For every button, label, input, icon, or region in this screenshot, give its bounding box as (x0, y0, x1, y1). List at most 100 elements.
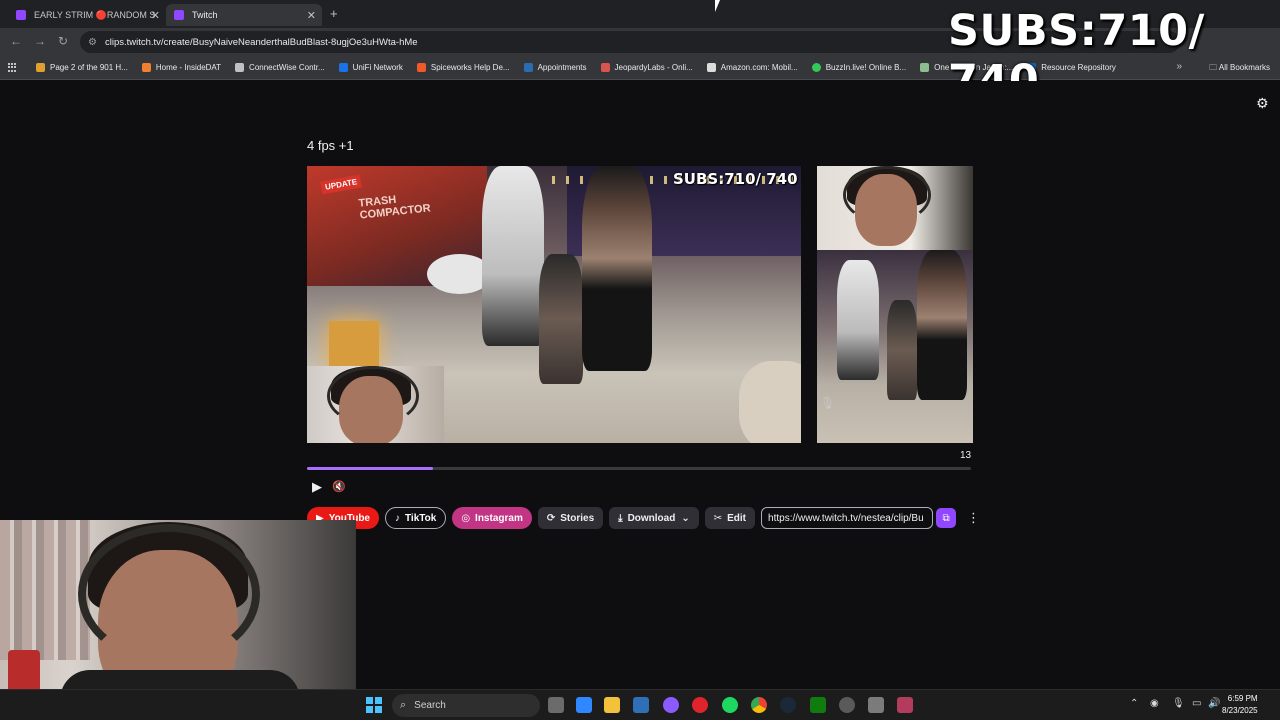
bookmark-item[interactable]: Appointments (523, 63, 587, 72)
search-icon: ⌕ (400, 699, 407, 711)
bookmark-item[interactable]: Amazon.com: Mobil... (706, 63, 798, 72)
microphone-icon[interactable]: 🎙 (1172, 698, 1185, 709)
bookmark-favicon-icon (600, 63, 610, 72)
taskbar-clock[interactable]: 6:59 PM 8/23/2025 (1222, 693, 1258, 717)
bookmark-item[interactable]: Home - InsideDAT (141, 63, 221, 72)
tab-early-strim[interactable]: EARLY STRIM 🔴RANDOM S ✕ (8, 4, 166, 26)
windows-start-icon[interactable] (366, 697, 382, 713)
headset-icon (843, 166, 931, 224)
bookmark-label: UniFi Network (352, 63, 403, 72)
bookmark-label: Appointments (537, 63, 587, 72)
taskbar-search[interactable]: ⌕ Search (392, 694, 540, 717)
bookmark-item[interactable]: Page 2 of the 901 H... (36, 63, 128, 72)
bookmark-favicon-icon (706, 63, 716, 72)
tiktok-button[interactable]: ♪ TikTok (385, 507, 447, 529)
stories-label: Stories (560, 512, 595, 524)
stories-button[interactable]: ⟳ Stories (537, 507, 604, 529)
side-game-view: 🎙 (817, 250, 973, 443)
streaming-app-icon[interactable] (897, 697, 913, 713)
headset-icon (78, 524, 260, 664)
mute-icon[interactable]: 🔇 (332, 480, 346, 493)
spotify-icon[interactable] (722, 697, 738, 713)
avatar-big (917, 250, 967, 400)
bookmark-item[interactable]: UniFi Network (338, 63, 403, 72)
bookmark-label: BuzzIn.live! Online B... (825, 63, 907, 72)
file-explorer-icon[interactable] (604, 697, 620, 713)
stories-icon: ⟳ (546, 512, 556, 524)
tray-overflow-icon[interactable]: ⌃ (1130, 698, 1138, 709)
tab-twitch[interactable]: Twitch ✕ (166, 4, 322, 26)
instagram-button[interactable]: ◎ Instagram (452, 507, 532, 529)
bookmark-favicon-icon (416, 63, 426, 72)
obs-icon[interactable] (839, 697, 855, 713)
bookmark-label: Amazon.com: Mobil... (720, 63, 798, 72)
forward-icon[interactable]: → (34, 34, 46, 48)
opera-icon[interactable] (692, 697, 708, 713)
tiktok-label: TikTok (405, 512, 437, 524)
clock-time: 6:59 PM (1227, 694, 1258, 703)
back-icon[interactable]: ← (10, 34, 22, 48)
tab-label: Twitch (192, 10, 218, 20)
widgets-icon[interactable] (576, 697, 592, 713)
edit-label: Edit (727, 512, 747, 524)
photos-icon[interactable] (633, 697, 649, 713)
avatar-big (582, 166, 652, 371)
volume-icon[interactable]: 🔊 (1208, 698, 1220, 709)
task-view-icon[interactable] (548, 697, 564, 713)
clip-webcam-inset: 🎙 (307, 366, 444, 443)
tray-app-icon[interactable]: ◉ (1150, 698, 1159, 709)
bookmark-favicon-icon (338, 63, 348, 72)
bookmark-item[interactable]: Spiceworks Help De... (416, 63, 510, 72)
clip-video-main[interactable]: UPDATE TRASHCOMPACTOR SUBS:710/ 740 🎙 (307, 166, 801, 443)
download-button[interactable]: ⤓ Download ⌄ (609, 507, 699, 529)
clip-title: 4 fps +1 (307, 138, 354, 153)
bookmark-favicon-icon (235, 63, 245, 72)
mouse-cursor-icon (715, 0, 725, 12)
bookmark-item[interactable]: ConnectWise Contr... (235, 63, 325, 72)
app-icon[interactable] (868, 697, 884, 713)
bookmark-favicon-icon (523, 63, 533, 72)
frame-count: 13 (960, 450, 972, 461)
clip-scrubber[interactable] (307, 467, 971, 470)
steam-icon[interactable] (780, 697, 796, 713)
bookmark-item[interactable]: JeopardyLabs - Onli... (600, 63, 693, 72)
bookmark-favicon-icon (141, 63, 151, 72)
address-url: clips.twitch.tv/create/BusyNaiveNeandert… (104, 36, 418, 48)
tab-label: EARLY STRIM 🔴RANDOM S (34, 9, 156, 20)
bookmark-label: Page 2 of the 901 H... (50, 63, 128, 72)
instagram-icon: ◎ (461, 512, 471, 524)
reload-icon[interactable]: ↻ (58, 34, 68, 48)
apps-grid-icon[interactable] (8, 62, 18, 73)
play-icon[interactable]: ▶ (312, 479, 322, 495)
side-webcam (817, 166, 973, 250)
copy-icon: ⧉ (942, 512, 950, 524)
webcam-posters (0, 520, 90, 660)
clock-date: 8/23/2025 (1222, 706, 1258, 715)
chrome-icon[interactable] (751, 697, 767, 713)
game-cushion (739, 361, 801, 443)
share-actions: ▶ YouTube ♪ TikTok ◎ Instagram ⟳ Stories ⤓ Do… (307, 507, 985, 529)
avatar-white (482, 166, 544, 346)
messenger-icon[interactable] (663, 697, 679, 713)
tiktok-icon: ♪ (395, 512, 400, 524)
instagram-label: Instagram (475, 512, 523, 524)
close-tab-icon[interactable]: ✕ (151, 9, 160, 22)
share-url-field[interactable] (761, 507, 934, 529)
mic-icon: 🎙 (820, 396, 836, 410)
windows-taskbar: ⌕ Search ⌃ ◉ 🎙 ▭ 🔊 6:59 PM 8/23/2025 (0, 689, 1280, 720)
settings-gear-icon[interactable]: ⚙ (1256, 95, 1269, 112)
site-info-icon[interactable]: ⚙ (88, 37, 97, 48)
edit-button[interactable]: ✂ Edit (704, 507, 756, 529)
copy-link-button[interactable]: ⧉ (936, 508, 957, 528)
close-tab-icon[interactable]: ✕ (307, 9, 316, 22)
bookmark-item[interactable]: BuzzIn.live! Online B... (811, 63, 907, 72)
clip-vertical-preview[interactable]: 🎙 (817, 166, 973, 443)
frame-subs-overlay: SUBS:710/ 740 (673, 170, 798, 188)
more-options-icon[interactable]: ⋮ (962, 510, 985, 526)
new-tab-icon[interactable]: + (330, 6, 338, 21)
download-icon: ⤓ (618, 512, 623, 524)
network-icon[interactable]: ▭ (1192, 698, 1201, 709)
xbox-icon[interactable] (810, 697, 826, 713)
bookmark-favicon-icon (36, 63, 45, 72)
download-label: Download (627, 512, 676, 524)
